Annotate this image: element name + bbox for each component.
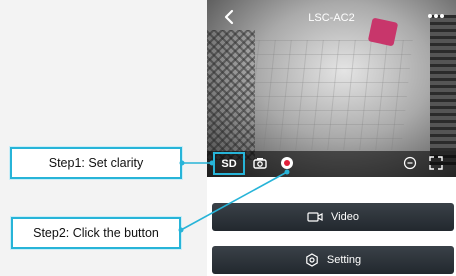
video-button-label: Video: [331, 211, 359, 223]
effect-icon[interactable]: [403, 156, 417, 170]
setting-button-label: Setting: [326, 254, 362, 266]
gear-icon: [306, 253, 318, 267]
record-icon[interactable]: [280, 156, 294, 170]
back-icon[interactable]: [221, 8, 239, 26]
app-screen: LSC-AC2 SD Video Setting: [207, 0, 456, 276]
fullscreen-icon[interactable]: [429, 156, 443, 170]
step2-text: Step2: Click the button: [33, 226, 159, 240]
device-title: LSC-AC2: [308, 12, 355, 24]
camera-feed: LSC-AC2 SD: [207, 0, 456, 177]
more-icon[interactable]: [426, 12, 446, 20]
snapshot-icon[interactable]: [253, 157, 267, 169]
camera-scene-frame: [430, 15, 456, 165]
top-bar: LSC-AC2: [207, 0, 456, 36]
video-button[interactable]: Video: [212, 203, 454, 231]
step1-callout: Step1: Set clarity: [10, 147, 182, 179]
camera-scene-grid: [231, 40, 413, 150]
clarity-button[interactable]: SD: [213, 152, 245, 175]
clarity-label: SD: [221, 157, 237, 170]
tutorial-pane: Step1: Set clarity Step2: Click the butt…: [0, 0, 207, 276]
step1-text: Step1: Set clarity: [48, 156, 144, 170]
video-icon: [307, 212, 323, 222]
step2-callout: Step2: Click the button: [11, 217, 181, 249]
setting-button[interactable]: Setting: [212, 246, 454, 274]
